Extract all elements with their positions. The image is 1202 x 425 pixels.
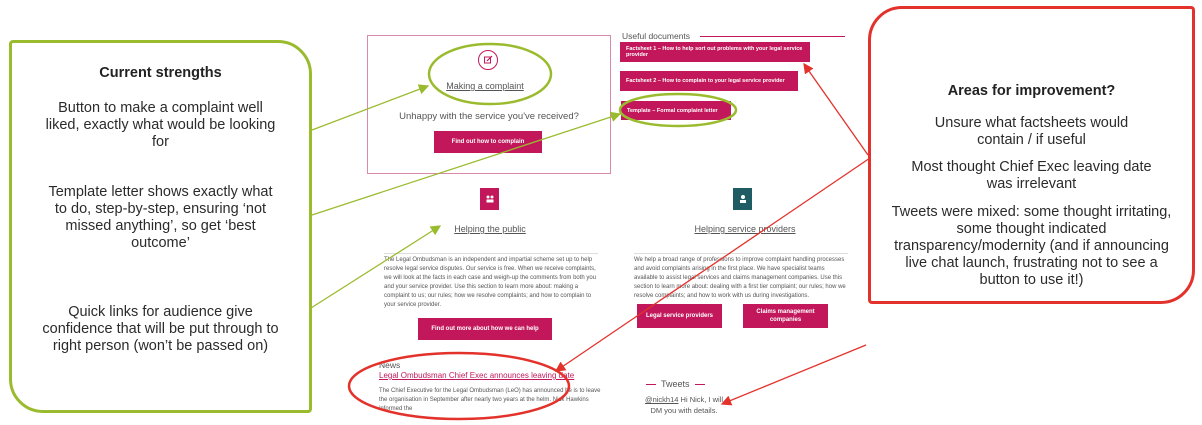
news-headline-link[interactable]: Legal Ombudsman Chief Exec announces lea… (379, 371, 609, 380)
template-letter-link[interactable]: Template – Formal complaint letter (621, 101, 731, 120)
complaint-question: Unhappy with the service you've received… (399, 111, 579, 122)
tweet-handle[interactable]: @nickh14 (645, 395, 678, 404)
improvements-callout: Areas for improvement? Unsure what facts… (868, 6, 1195, 304)
improvement-point-3: Tweets were mixed: some thought irritati… (891, 204, 1172, 288)
tweets-heading: Tweets (661, 379, 690, 389)
improvements-title: Areas for improvement? (947, 83, 1116, 99)
complaint-heading[interactable]: Making a complaint (425, 81, 545, 91)
factsheet-1-link[interactable]: Factsheet 1 – How to help sort out probl… (620, 42, 810, 62)
legal-service-providers-button[interactable]: Legal service providers (637, 304, 722, 328)
arrow-to-tweets (720, 344, 867, 406)
find-out-more-button[interactable]: Find out more about how we can help (418, 318, 552, 340)
helping-public-heading[interactable]: Helping the public (430, 224, 550, 234)
arrow-to-factsheets (803, 62, 869, 156)
improvement-point-2: Most thought Chief Exec leaving date was… (911, 159, 1152, 192)
strengths-title: Current strengths (99, 65, 222, 81)
tweets-rule-right (695, 384, 705, 385)
claims-management-button[interactable]: Claims management companies (743, 304, 828, 328)
news-body: The Chief Executive for the Legal Ombuds… (379, 388, 601, 412)
people-icon[interactable] (480, 188, 499, 210)
pencil-icon[interactable] (478, 50, 498, 70)
helping-providers-heading[interactable]: Helping service providers (680, 224, 810, 234)
improvement-point-1: Unsure what factsheets would contain / i… (934, 115, 1129, 148)
tweets-rule-left (646, 384, 656, 385)
factsheet-2-link[interactable]: Factsheet 2 – How to complain to your le… (620, 71, 798, 91)
helping-providers-body: We help a broad range of professions to … (634, 253, 848, 302)
strength-point-2: Template letter shows exactly what to do… (48, 184, 273, 251)
useful-documents-rule (700, 36, 845, 37)
strength-point-3: Quick links for audience give confidence… (42, 304, 279, 354)
provider-icon[interactable] (733, 188, 752, 210)
find-out-how-to-complain-button[interactable]: Find out how to complain (434, 131, 542, 153)
helping-public-body: The Legal Ombudsman is an independent an… (384, 253, 598, 320)
strengths-callout: Current strengths Button to make a compl… (9, 40, 312, 413)
news-heading: News (379, 360, 401, 370)
strength-point-1: Button to make a complaint well liked, e… (45, 100, 276, 150)
useful-documents-heading: Useful documents (622, 31, 691, 41)
tweet-text: @nickh14 Hi Nick, I will DM you with det… (644, 394, 724, 416)
